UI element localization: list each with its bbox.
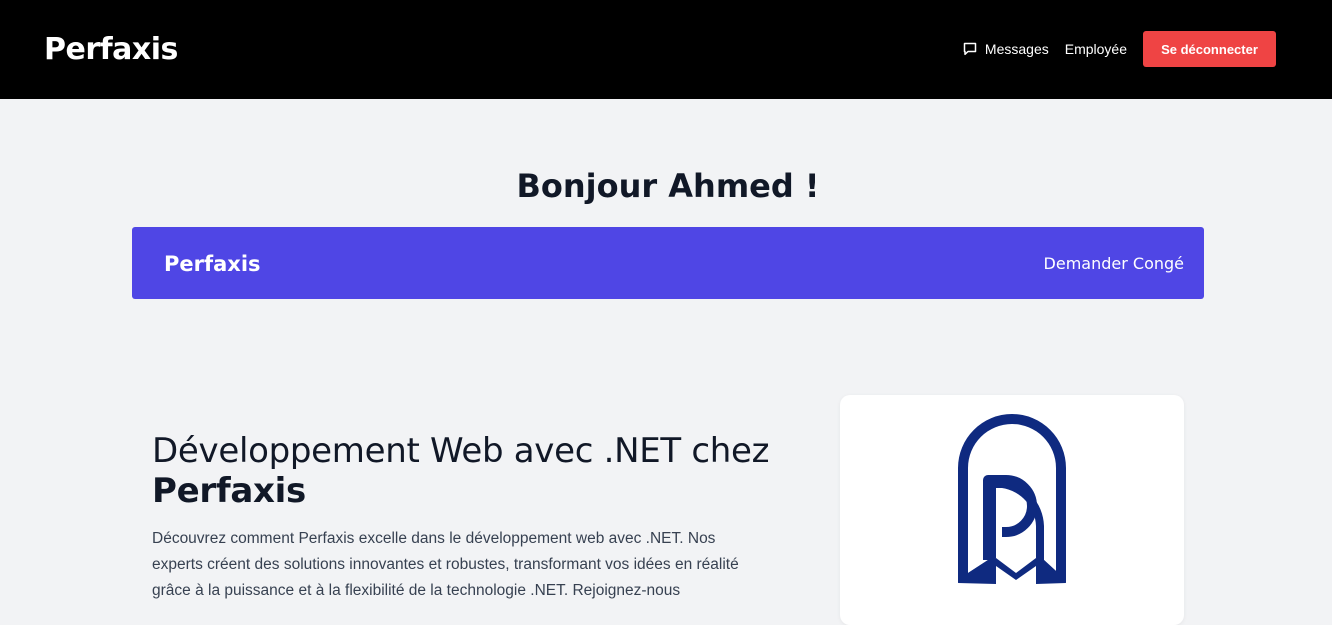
- messages-link[interactable]: Messages: [962, 41, 1049, 57]
- chat-bubble-icon: [962, 41, 978, 57]
- greeting-heading: Bonjour Ahmed !: [516, 167, 820, 205]
- request-leave-link[interactable]: Demander Congé: [1044, 253, 1184, 275]
- hero-title-brand: Perfaxis: [152, 471, 306, 511]
- hero-title-text: Développement Web avec .NET chez: [152, 431, 770, 471]
- messages-label: Messages: [984, 41, 1049, 57]
- hero-description: Découvrez comment Perfaxis excelle dans …: [152, 530, 739, 599]
- hero-title: Développement Web avec .NET chez Perfaxi…: [152, 431, 772, 511]
- brand-logo-link[interactable]: Perfaxis: [44, 30, 178, 70]
- banner-brand-link[interactable]: Perfaxis: [164, 250, 261, 278]
- employee-link[interactable]: Employée: [1065, 41, 1127, 57]
- logout-button[interactable]: Se déconnecter: [1143, 31, 1276, 67]
- top-navbar: Perfaxis Messages Employée Se déconnecte…: [0, 0, 1332, 99]
- perfaxis-logo-icon: [958, 414, 1066, 584]
- logo-card: [840, 395, 1184, 625]
- sub-navbar-banner: Perfaxis Demander Congé: [132, 227, 1204, 299]
- top-nav: Messages Employée Se déconnecter: [962, 31, 1276, 67]
